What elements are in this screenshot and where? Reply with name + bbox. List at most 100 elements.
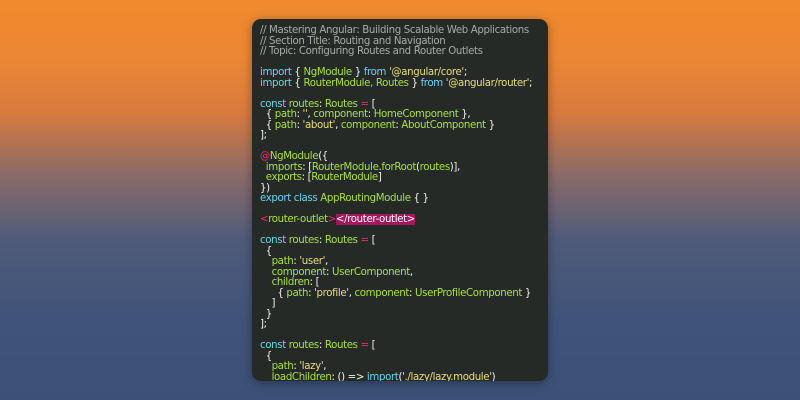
- code-editor-card: // Mastering Angular: Building Scalable …: [252, 19, 548, 381]
- code-token: {: [260, 119, 275, 131]
- code-token: ): [491, 371, 496, 381]
- code-token: ];: [260, 319, 267, 330]
- code-token: ,: [409, 266, 413, 278]
- code-line: }: [260, 308, 532, 321]
- code-token: [: [371, 340, 376, 351]
- code-token: {: [260, 245, 273, 257]
- code-token: import: [260, 77, 292, 89]
- code-token: AppRoutingModule: [320, 193, 411, 204]
- code-token: >: [327, 214, 337, 225]
- code-token: import: [260, 67, 292, 78]
- code-token: routes: [288, 340, 319, 351]
- code-token: <: [260, 214, 269, 225]
- code-line: const routes: Routes = [: [260, 235, 532, 247]
- code-token: './lazy/lazy.module': [402, 371, 492, 381]
- code-token: import: [366, 371, 399, 381]
- code-token: exports: [265, 172, 302, 183]
- code-token: component: [271, 266, 327, 278]
- code-token: ;: [463, 67, 467, 78]
- code-token: : () =>: [331, 371, 367, 381]
- code-token: UserComponent: [332, 266, 410, 278]
- code-token: from: [363, 67, 387, 78]
- code-token: }: [351, 67, 364, 78]
- code-token: const: [260, 235, 286, 246]
- code-line: const routes: Routes = [: [260, 340, 532, 352]
- code-token: routes: [419, 161, 450, 173]
- code-token: children: [271, 277, 310, 288]
- code-token: imports: [265, 161, 303, 173]
- code-token: 'about': [302, 119, 336, 131]
- code-token: Routes: [324, 340, 358, 351]
- code-line: { path: 'profile', component: UserProfil…: [260, 287, 532, 300]
- code-token: }: [260, 308, 273, 320]
- code-token: : [: [301, 172, 312, 183]
- code-token: path: [286, 287, 309, 299]
- code-line: <router-outlet></router-outlet>: [260, 214, 532, 226]
- code-token: {: [260, 109, 275, 120]
- code-token: }): [260, 182, 270, 194]
- code-token: ({: [318, 151, 328, 162]
- code-token: routes: [288, 98, 319, 110]
- code-token: {: [260, 287, 287, 299]
- code-token: router-outlet: [268, 214, 328, 225]
- code-token: RouterModule: [311, 172, 378, 183]
- code-token: Routes: [324, 98, 358, 110]
- code-token: // Section Title: Routing and Navigation: [260, 35, 446, 47]
- code-token: @: [260, 151, 270, 162]
- code-token: : [: [302, 161, 312, 173]
- code-token: [: [371, 98, 376, 110]
- code-token: export: [260, 193, 291, 204]
- code-token: AboutComponent: [401, 119, 486, 131]
- code-token: class: [293, 193, 318, 204]
- code-token: routes: [288, 235, 319, 246]
- code-token: ,: [323, 361, 327, 372]
- code-token: path: [271, 361, 294, 372]
- code-token: Routes: [324, 235, 358, 246]
- code-token: from: [420, 77, 444, 89]
- code-token: },: [458, 109, 471, 120]
- code-token: loadChildren: [271, 371, 332, 381]
- code-line: loadChildren: () => import('./lazy/lazy.…: [260, 371, 532, 382]
- code-line: export class AppRoutingModule { }: [260, 193, 532, 205]
- code-line: ]: [260, 298, 532, 310]
- code-token: path: [274, 119, 297, 131]
- code-token: =: [357, 98, 372, 110]
- code-token: UserProfileComponent: [415, 287, 523, 299]
- code-token: ];: [260, 130, 267, 141]
- code-token: {: [291, 67, 304, 78]
- code-token: // Mastering Angular: Building Scalable …: [260, 25, 529, 36]
- code-token: ;: [529, 77, 533, 89]
- code-line: exports: [RouterModule]: [260, 172, 532, 184]
- code-token: =: [357, 340, 372, 351]
- code-line: ];: [260, 130, 532, 142]
- code-token: HomeComponent: [373, 109, 459, 120]
- code-token: const: [260, 340, 286, 351]
- code-token: )],: [449, 161, 460, 173]
- code-token: { }: [410, 193, 430, 204]
- code-line: { path: 'about', component: AboutCompone…: [260, 119, 532, 132]
- code-token: NgModule: [303, 67, 352, 78]
- code-line: // Topic: Configuring Routes and Router …: [260, 46, 532, 58]
- code-token: '@angular/router': [445, 77, 530, 89]
- code-token: component: [313, 109, 368, 120]
- code-token: 'profile': [314, 287, 349, 299]
- code-token: path: [271, 256, 294, 267]
- code-line: import { RouterModule, Routes } from '@a…: [260, 77, 533, 90]
- code-token: 'user': [299, 256, 326, 267]
- code-line: ];: [260, 319, 532, 331]
- code-token: // Topic: Configuring Routes and Router …: [260, 46, 483, 57]
- code-token: RouterModule: [311, 161, 379, 173]
- code-token: }: [485, 119, 496, 131]
- code-token: }: [522, 287, 532, 299]
- code-token: forRoot: [381, 161, 417, 173]
- code-block: // Mastering Angular: Building Scalable …: [260, 25, 533, 382]
- code-token: }: [408, 77, 421, 89]
- code-token: {: [260, 350, 273, 362]
- code-token: RouterModule, Routes: [303, 77, 409, 89]
- code-token: const: [260, 98, 286, 110]
